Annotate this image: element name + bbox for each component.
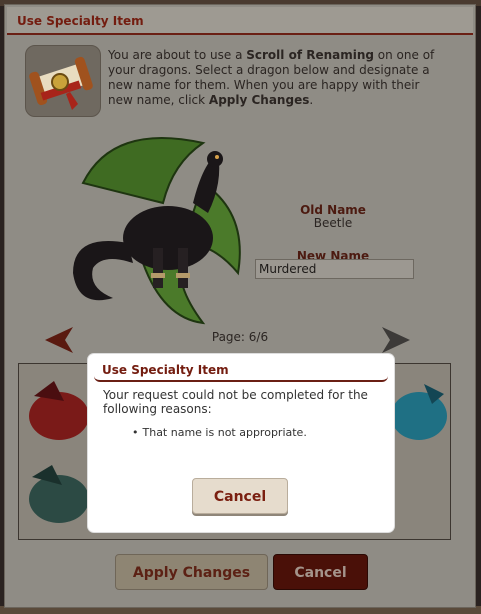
- modal-cancel-button[interactable]: Cancel: [192, 478, 288, 514]
- dragon-thumbnail[interactable]: [24, 459, 94, 529]
- old-name-value: Beetle: [313, 216, 353, 230]
- intro-text: You are about to use a Scroll of Renamin…: [108, 48, 435, 107]
- bullet-icon: •: [132, 426, 139, 439]
- arrow-left-icon[interactable]: [43, 325, 75, 355]
- scroll-icon: [25, 45, 101, 117]
- modal-reason-item: • That name is not appropriate.: [132, 426, 307, 439]
- arrow-right-icon[interactable]: [380, 325, 412, 355]
- apply-changes-button[interactable]: Apply Changes: [115, 554, 268, 590]
- modal-title: Use Specialty Item: [102, 363, 229, 377]
- page-indicator: Page: 6/6: [211, 330, 269, 344]
- new-name-input[interactable]: [255, 259, 414, 279]
- dialog-title: Use Specialty Item: [17, 14, 144, 28]
- modal-message: Your request could not be completed for …: [103, 388, 368, 416]
- dialog-titlebar: Use Specialty Item: [7, 7, 473, 35]
- dragon-thumbnail[interactable]: [24, 376, 94, 446]
- old-name-label: Old Name: [300, 203, 366, 217]
- modal-titlebar: Use Specialty Item: [94, 358, 388, 382]
- apply-changes-reference: Apply Changes: [208, 93, 310, 107]
- item-name: Scroll of Renaming: [246, 48, 374, 62]
- selected-dragon-image: [53, 123, 253, 329]
- dragon-thumbnail[interactable]: [384, 374, 454, 444]
- cancel-button[interactable]: Cancel: [273, 554, 368, 590]
- error-modal: Use Specialty Item Your request could no…: [88, 354, 394, 532]
